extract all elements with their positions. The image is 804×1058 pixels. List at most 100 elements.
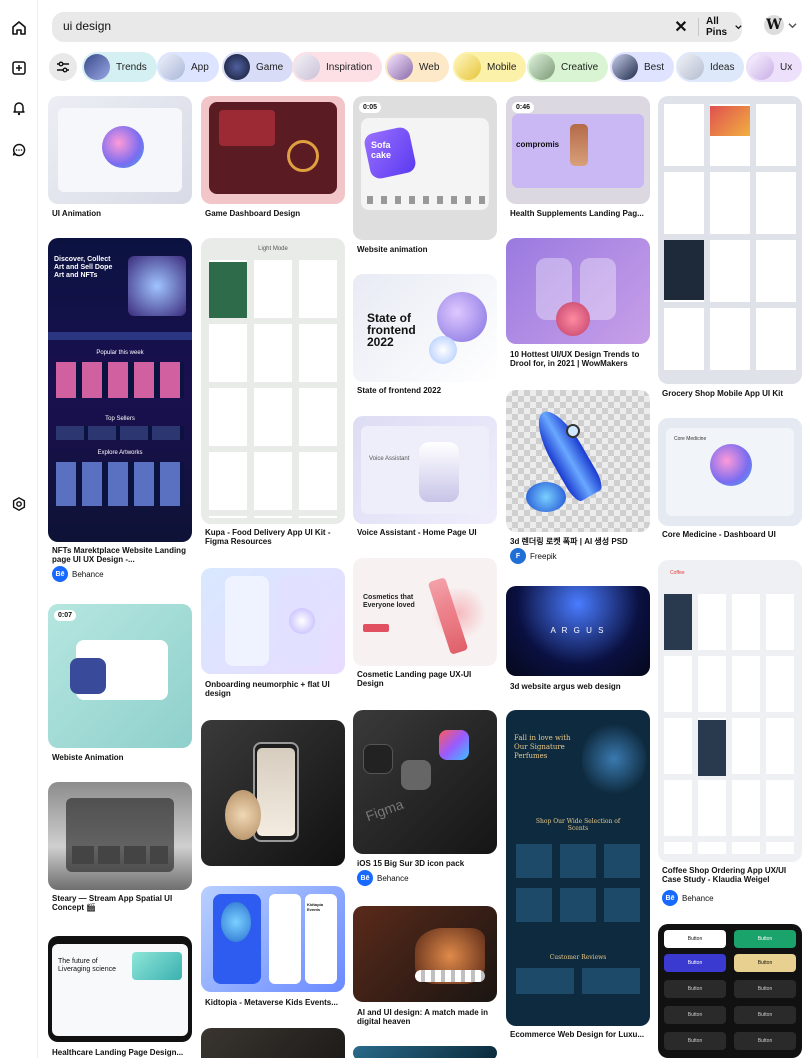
art-kidtopia: Kidtopia Events [307, 902, 323, 912]
chip-game[interactable]: Game [222, 52, 294, 82]
pin-image [48, 782, 192, 890]
pin-source[interactable]: Bē Behance [662, 890, 714, 906]
top-bar: ui design ✕ All Pins W [46, 8, 804, 50]
pin-card[interactable] [353, 1046, 497, 1058]
pin-card[interactable]: Fall in love with Our Signature Perfumes… [506, 710, 650, 1056]
chip-best[interactable]: Best [610, 52, 675, 82]
pin-card[interactable]: Game Dashboard Design [201, 96, 345, 220]
chip-mobile[interactable]: Mobile [453, 52, 527, 82]
filter-sliders-icon[interactable] [49, 53, 77, 81]
chip-thumbnail [387, 54, 413, 80]
chip-trends[interactable]: Trends [82, 52, 157, 82]
pin-title: State of frontend 2022 [357, 386, 442, 395]
pin-image: Light Mode [201, 238, 345, 524]
pin-source[interactable]: Bē Behance [357, 870, 409, 886]
divider [698, 18, 699, 36]
pin-title: Website animation [357, 245, 428, 254]
chip-thumbnail [529, 54, 555, 80]
pin-card[interactable]: 0:07 [48, 604, 192, 748]
pin-card[interactable]: 10 Hottest UI/UX Design Trends to Drool … [506, 238, 650, 376]
pin-title: 3d website argus web design [510, 682, 621, 691]
pin-card[interactable]: Kidtopia Events Kidtopia - Metaverse Kid… [201, 886, 345, 1016]
pin-card[interactable]: UI Animation [48, 96, 192, 220]
art-nft-sellers: Top Sellers [105, 416, 135, 422]
art-figma-label: Figma [363, 795, 406, 825]
art-perfume-reviews: Customer Reviews [549, 954, 607, 961]
pin-title: Onboarding neumorphic + flat UI design [205, 680, 330, 698]
art-nft-explore: Explore Artworks [97, 450, 143, 456]
pin-card[interactable]: Onboarding neumorphic + flat UI design [201, 568, 345, 702]
pin-card[interactable]: 3d 렌더링 로켓 폭파 | AI 생성 PSD F Freepik [506, 390, 650, 564]
chip-ux[interactable]: Ux [746, 52, 803, 82]
home-icon[interactable] [9, 18, 29, 38]
messages-icon[interactable] [9, 140, 29, 160]
pin-title: Webiste Animation [52, 753, 124, 762]
pin-card[interactable]: The future of Liveraging science Healthc… [48, 936, 192, 1058]
pin-title: Grocery Shop Mobile App UI Kit [662, 389, 784, 398]
search-input[interactable]: ui design [63, 19, 111, 33]
pin-title: Ecommerce Web Design for Luxu... [510, 1030, 645, 1039]
video-duration-badge: 0:05 [359, 102, 382, 113]
pin-card[interactable]: Voice Assistant Voice Assistant - Home P… [353, 416, 497, 540]
search-bar[interactable]: ui design ✕ All Pins [52, 12, 742, 42]
settings-gear-icon[interactable] [9, 494, 29, 514]
pin-title: Steary — Stream App Spatial UI Concept 🎬 [52, 894, 173, 912]
pin-card[interactable]: Discover, Collect Art and Sell Dope Art … [48, 238, 192, 582]
pin-title: Healthcare Landing Page Design... [52, 1048, 184, 1057]
video-duration-badge: 0:07 [54, 610, 77, 621]
pin-card[interactable]: compromis 0:46 Health Supplements Landin… [506, 96, 650, 220]
pin-image [658, 96, 802, 384]
chip-thumbnail [84, 54, 110, 80]
pin-card[interactable]: Webiste Animation [48, 752, 192, 766]
scope-dropdown[interactable]: All Pins [706, 16, 742, 38]
pin-card[interactable]: AI and UI design: A match made in digita… [353, 906, 497, 1030]
chip-web[interactable]: Web [385, 52, 450, 82]
pin-card[interactable]: Core Medicine Core Medicine - Dashboard … [658, 418, 802, 542]
chip-thumbnail [678, 54, 704, 80]
pin-card[interactable] [201, 720, 345, 870]
pin-image: Voice Assistant [353, 416, 497, 524]
pin-card[interactable]: Sofa cake 0:05 Website animation [353, 96, 497, 258]
art-button-5: Button [664, 980, 726, 998]
chip-ideas[interactable]: Ideas [676, 52, 745, 82]
art-nft-popular: Popular this week [96, 350, 144, 356]
chip-creative[interactable]: Creative [527, 52, 609, 82]
create-icon[interactable] [9, 58, 29, 78]
chip-label: Creative [561, 61, 599, 73]
art-kupa-mode: Light Mode [258, 246, 288, 252]
pin-card[interactable]: A R G U S 3d website argus web design [506, 586, 650, 694]
pin-card[interactable]: Figma iOS 15 Big Sur 3D icon pack Bē Beha… [353, 710, 497, 888]
art-button-1: Button [664, 930, 726, 948]
pin-card[interactable]: Grocery Shop Mobile App UI Kit [658, 96, 802, 400]
pin-card[interactable]: Steary — Stream App Spatial UI Concept 🎬 [48, 782, 192, 930]
close-icon[interactable]: ✕ [672, 18, 690, 36]
pin-title: AI and UI design: A match made in digita… [357, 1008, 488, 1026]
notifications-bell-icon[interactable] [9, 98, 29, 118]
pin-card[interactable]: Light Mode Kupa - Food Delivery App UI K… [201, 238, 345, 552]
pin-card[interactable]: Button Button Button Button Button Butto… [658, 924, 802, 1058]
pin-title: Kidtopia - Metaverse Kids Events... [205, 998, 338, 1007]
pin-image: State of frontend 2022 [353, 274, 497, 382]
account-switcher[interactable]: W [764, 14, 802, 36]
chip-app[interactable]: App [157, 52, 219, 82]
pin-source[interactable]: Bē Behance [52, 566, 104, 582]
art-button-4: Button [734, 954, 796, 972]
pin-card[interactable] [201, 1028, 345, 1058]
chip-label: Game [256, 61, 284, 73]
art-supplement-label: compromis [516, 140, 560, 149]
pin-image: Figma [353, 710, 497, 854]
chip-inspiration[interactable]: Inspiration [292, 52, 383, 82]
art-button-10: Button [734, 1032, 796, 1050]
pin-title: UI Animation [52, 209, 102, 218]
pin-card[interactable]: Cosmetics that Everyone loved Cosmetic L… [353, 558, 497, 692]
source-name: Behance [72, 569, 104, 579]
chip-label: App [191, 61, 209, 73]
pin-card[interactable]: State of frontend 2022 State of frontend… [353, 274, 497, 398]
chip-thumbnail [294, 54, 320, 80]
art-button-9: Button [664, 1032, 726, 1050]
pin-image: Coffee [658, 560, 802, 862]
art-button-7: Button [664, 1006, 726, 1024]
pin-card[interactable]: Coffee Coffee Shop Ordering App UX/UI Ca… [658, 560, 802, 906]
art-voice-label: Voice Assistant [369, 456, 410, 462]
pin-source[interactable]: F Freepik [510, 548, 557, 564]
